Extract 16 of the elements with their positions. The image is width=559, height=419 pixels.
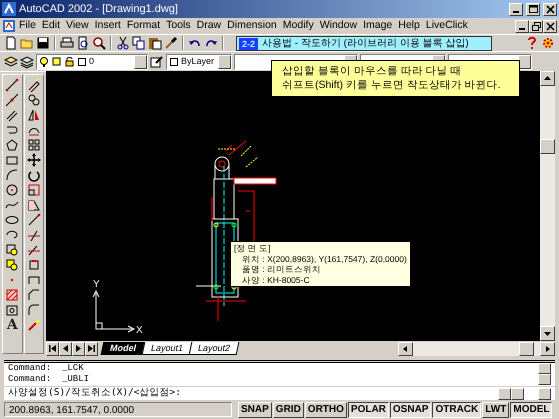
step-label: 2-2 (239, 38, 258, 50)
command-line: Command: _UBLI (8, 374, 90, 385)
y-axis-label: Y (93, 279, 100, 290)
note-line: 쉬프트(Shift) 키를 누르면 작도상태가 바뀐다. (282, 78, 502, 92)
banner-title: 사용법 - 작도하기 (라이브러리 이용 블록 삽입) (262, 37, 469, 51)
x-axis-label: X (136, 325, 143, 336)
command-line: Command: _LCK (8, 363, 85, 374)
tooltip-line: 사양 : KH-8005-C (241, 274, 311, 285)
tooltip-line: 품명 : 리미트스위치 (241, 264, 322, 274)
coordinate-display: 200.8963, 161.7547, 0.0000 (4, 402, 232, 417)
tooltip-line: 위치 : X(200,8963), Y(161,7547), Z(0,0000) (241, 254, 407, 264)
prompt-text: 사양설정(S)/작도취소(X)/<삽입점>: (8, 386, 181, 400)
tooltip-title: [정 면 도] (234, 243, 272, 254)
window-title: AutoCAD 2002 - [Drawing1.dwg] (19, 2, 179, 17)
color-value: ByLayer (181, 54, 214, 68)
layer-name: 0 (89, 54, 94, 68)
